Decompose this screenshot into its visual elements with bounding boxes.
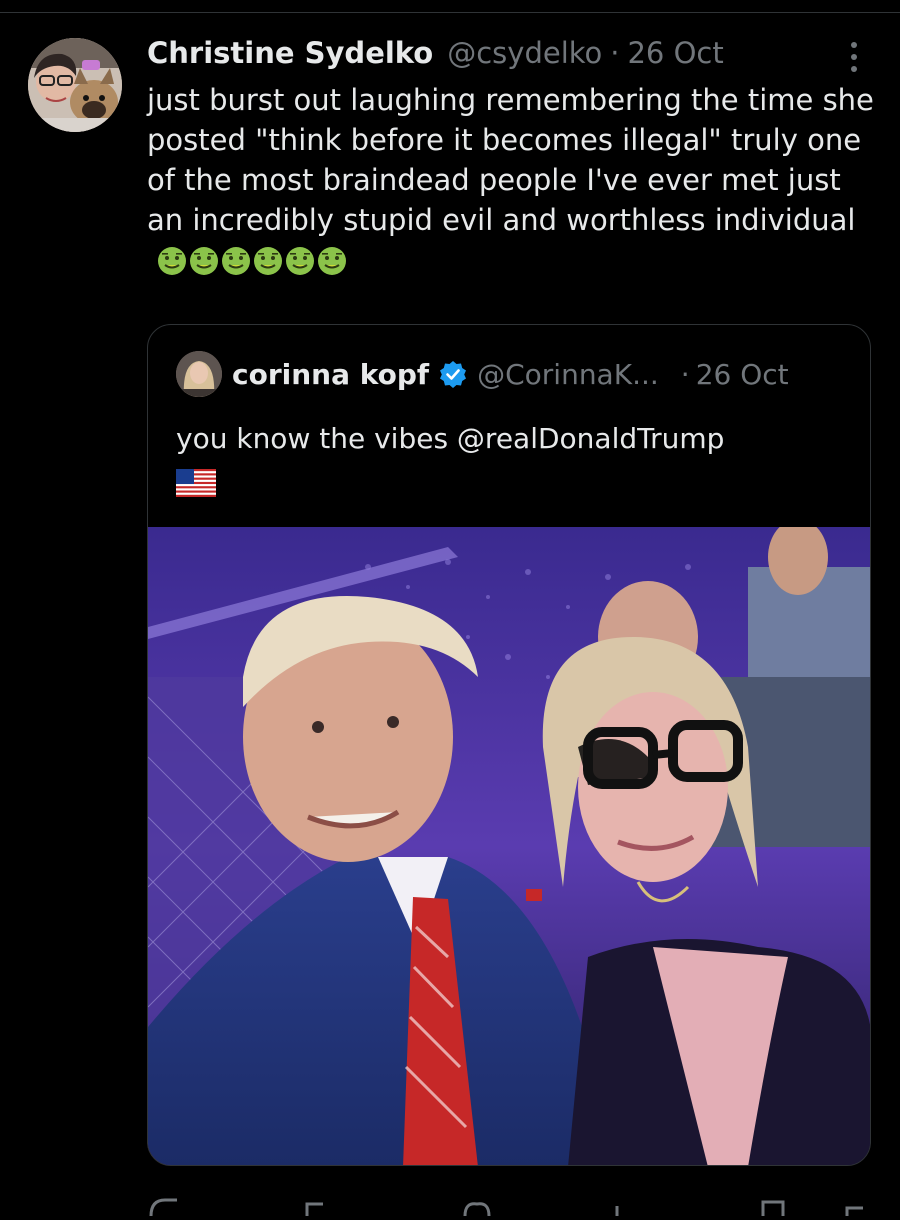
nauseated-face-icon — [318, 247, 346, 275]
bookmark-icon[interactable] — [761, 1200, 785, 1216]
selfie-at-arena-photo — [148, 527, 870, 1165]
nauseated-face-icon — [158, 247, 186, 275]
emoji-row — [157, 246, 347, 276]
quoted-author-avatar[interactable] — [176, 351, 222, 397]
top-divider — [0, 12, 900, 13]
quoted-author-display-name[interactable]: corinna kopf — [232, 358, 429, 391]
tweet-body: just burst out laughing remembering the … — [147, 80, 882, 280]
author-avatar[interactable] — [28, 38, 122, 132]
action-bar — [147, 1186, 887, 1217]
header-separator: · — [610, 36, 620, 70]
nauseated-face-icon — [222, 247, 250, 275]
quoted-tweet-text: you know the vibes @realDonaldTrump — [176, 422, 725, 455]
author-handle[interactable]: @csydelko — [447, 36, 602, 70]
tweet-timestamp[interactable]: 26 Oct — [627, 36, 723, 70]
quoted-tweet-photo[interactable] — [148, 527, 870, 1165]
avatar-photo — [28, 38, 122, 132]
quoted-tweet-card[interactable]: corinna kopf @CorinnaK... · 26 Oct you k… — [147, 324, 871, 1166]
nauseated-face-icon — [286, 247, 314, 275]
nauseated-face-icon — [190, 247, 218, 275]
us-flag-icon — [176, 469, 216, 497]
nauseated-face-icon — [254, 247, 282, 275]
quoted-avatar-photo — [176, 351, 222, 397]
verified-badge-icon[interactable] — [439, 360, 467, 388]
tweet-header: Christine Sydelko @csydelko · 26 Oct — [147, 30, 724, 76]
quoted-author-handle[interactable]: @CorinnaK... — [477, 358, 659, 391]
reply-icon[interactable] — [149, 1198, 177, 1217]
tweet-text: just burst out laughing remembering the … — [147, 83, 874, 237]
vertical-ellipsis-icon[interactable] — [844, 40, 864, 74]
quoted-header-separator: · — [680, 357, 690, 391]
quoted-tweet-timestamp[interactable]: 26 Oct — [696, 358, 789, 391]
quoted-tweet-header: corinna kopf @CorinnaK... · 26 Oct — [232, 351, 789, 397]
share-icon[interactable] — [845, 1206, 863, 1216]
repost-icon[interactable] — [305, 1202, 323, 1216]
quoted-tweet-body: you know the vibes @realDonaldTrump — [176, 419, 836, 497]
like-icon[interactable] — [463, 1202, 491, 1217]
author-display-name[interactable]: Christine Sydelko — [147, 36, 433, 70]
